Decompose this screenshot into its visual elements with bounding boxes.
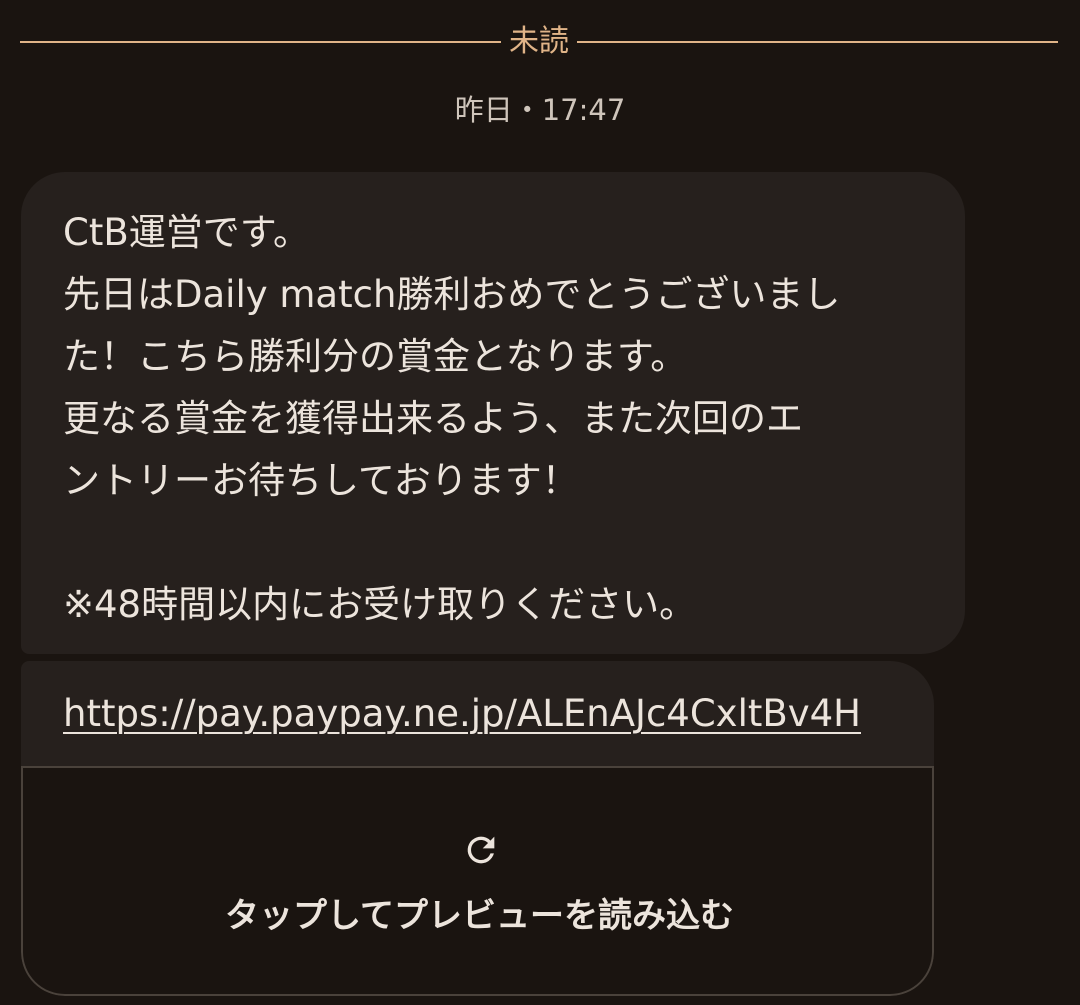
message-bubble[interactable]: CtB運営です。 先日はDaily match勝利おめでとうございまし た！こち… bbox=[21, 172, 965, 654]
message-line: た！こちら勝利分の賞金となります。 bbox=[63, 335, 688, 378]
message-line-blank bbox=[63, 512, 925, 574]
message-line: ントリーお待ちしております！ bbox=[63, 459, 579, 502]
payment-link[interactable]: https://pay.paypay.ne.jp/ALEnAJc4CxltBv4… bbox=[63, 683, 861, 745]
link-row: https://pay.paypay.ne.jp/ALEnAJc4CxltBv4… bbox=[21, 661, 934, 768]
refresh-icon bbox=[467, 836, 495, 864]
divider-line-left bbox=[20, 41, 501, 43]
link-preview-button[interactable]: タップしてプレビューを読み込む bbox=[21, 766, 934, 996]
unread-divider: 未読 bbox=[20, 20, 1058, 64]
message-line: CtB運営です。 bbox=[63, 211, 311, 254]
message-line: 更なる賞金を獲得出来るよう、また次回のエ bbox=[63, 397, 803, 440]
message-timestamp: 昨日・17:47 bbox=[454, 93, 626, 127]
divider-line-right bbox=[577, 41, 1058, 43]
message-line: 先日はDaily match勝利おめでとうございまし bbox=[63, 273, 841, 316]
preview-label: タップしてプレビューを読み込む bbox=[225, 896, 734, 936]
unread-label: 未読 bbox=[509, 24, 569, 59]
link-card[interactable]: https://pay.paypay.ne.jp/ALEnAJc4CxltBv4… bbox=[21, 661, 934, 996]
message-line: ※48時間以内にお受け取りください。 bbox=[63, 583, 697, 626]
